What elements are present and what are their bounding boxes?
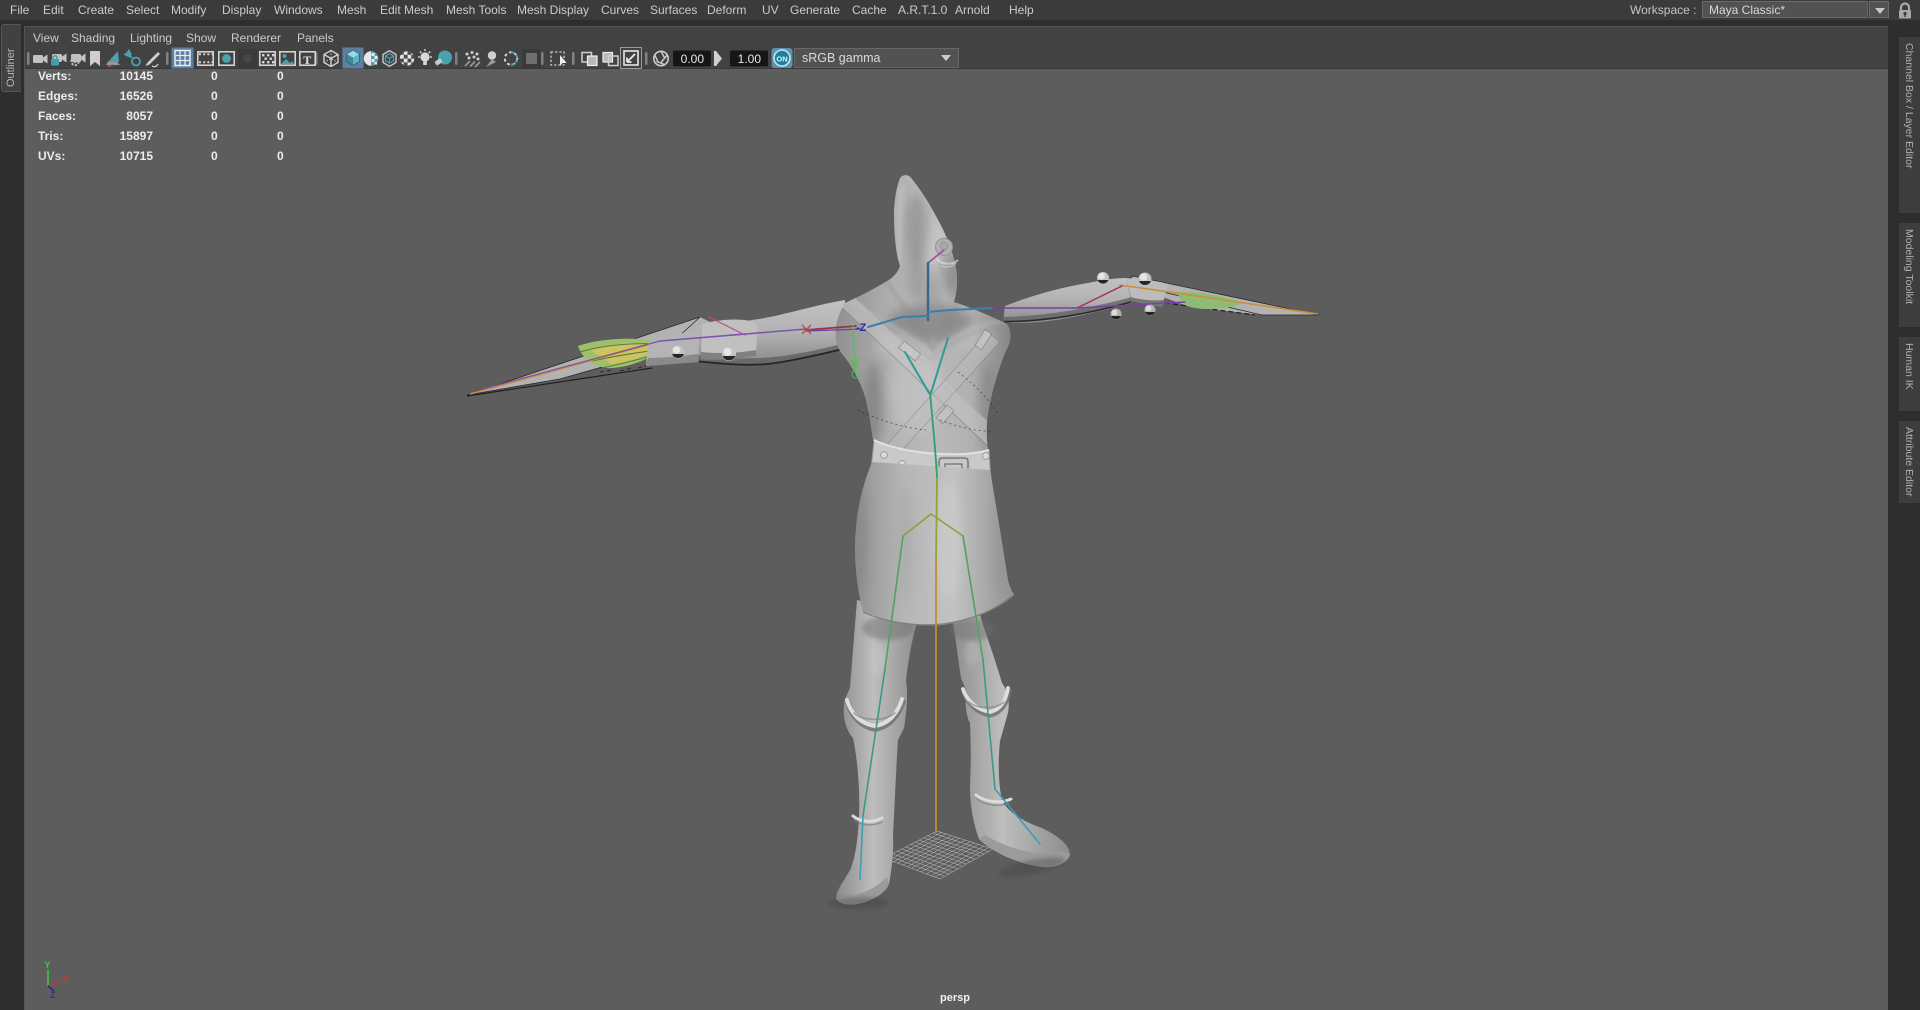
svg-text:ON: ON <box>776 55 787 64</box>
svg-text:0.00: 0.00 <box>681 52 705 66</box>
svg-text:-Z: -Z <box>856 322 867 334</box>
svg-text:Y: Y <box>45 960 51 970</box>
svg-text:X: X <box>62 974 68 984</box>
svg-text:T: T <box>303 53 311 67</box>
svg-text:sRGB gamma: sRGB gamma <box>802 51 881 65</box>
svg-text:Z: Z <box>50 990 56 1000</box>
svg-text:1.00: 1.00 <box>738 52 762 66</box>
